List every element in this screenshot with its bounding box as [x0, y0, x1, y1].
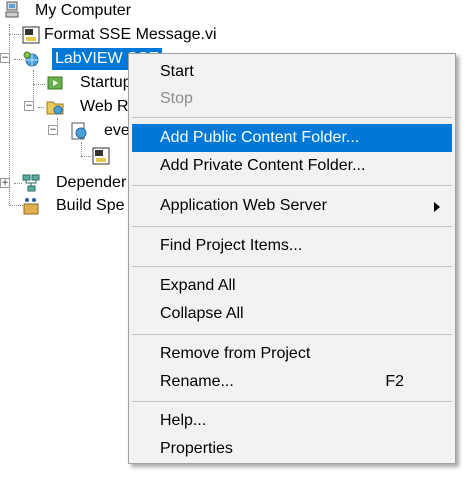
menu-item-add-public-content-folder[interactable]: Add Public Content Folder...: [132, 124, 452, 152]
startup-icon: [47, 76, 63, 90]
menu-item-label: Properties: [160, 440, 233, 457]
menu-item-label: Help...: [160, 412, 207, 429]
web-service-icon: [23, 51, 39, 67]
menu-item-label: Add Public Content Folder...: [160, 129, 360, 146]
menu-separator: [132, 266, 452, 267]
menu-item-label: Stop: [160, 90, 193, 107]
tree-item-build-specs[interactable]: Build Spe: [0, 195, 140, 217]
tree-item-nested-vi[interactable]: [0, 145, 130, 167]
menu-item-label: Start: [160, 63, 194, 80]
menu-item-label: Add Private Content Folder...: [160, 157, 366, 174]
computer-icon: [5, 1, 19, 18]
menu-item-label: Rename...: [160, 373, 234, 390]
tree-item-label: My Computer: [35, 2, 132, 19]
menu-separator: [132, 401, 452, 402]
context-menu: Start Stop Add Public Content Folder... …: [128, 53, 456, 464]
menu-item-shortcut: F2: [385, 373, 404, 390]
menu-item-label: Collapse All: [160, 305, 244, 322]
menu-item-properties[interactable]: Properties: [132, 435, 452, 463]
menu-item-find-project-items[interactable]: Find Project Items...: [132, 232, 452, 260]
menu-item-label: Application Web Server: [160, 197, 327, 214]
menu-item-collapse-all[interactable]: Collapse All: [132, 300, 452, 328]
menu-item-help[interactable]: Help...: [132, 407, 452, 435]
menu-separator: [132, 185, 452, 186]
menu-item-label: Expand All: [160, 277, 236, 294]
tree-item-label: Web R: [80, 98, 129, 115]
menu-separator: [132, 334, 452, 335]
vi-icon: [92, 147, 110, 165]
menu-item-label: Remove from Project: [160, 345, 311, 362]
menu-item-start[interactable]: Start: [132, 58, 452, 86]
tree-item-label: Build Spe: [56, 197, 125, 214]
web-vi-icon: [71, 122, 87, 140]
tree-item-dependencies[interactable]: Depender: [0, 172, 140, 194]
build-specs-icon: [23, 198, 39, 215]
submenu-arrow-icon: [434, 202, 440, 212]
menu-item-expand-all[interactable]: Expand All: [132, 272, 452, 300]
dependencies-icon: [22, 174, 40, 192]
tree-item-my-computer[interactable]: My Computer: [0, 0, 160, 22]
menu-separator: [132, 226, 452, 227]
menu-item-stop: Stop: [132, 85, 452, 113]
vi-icon: [22, 26, 40, 44]
tree-item-startup[interactable]: Startup: [0, 72, 140, 94]
tree-item-label: Startup: [80, 74, 132, 91]
tree-item-event-vi[interactable]: eve: [0, 120, 140, 142]
menu-item-label: Find Project Items...: [160, 237, 303, 254]
tree-item-vi[interactable]: Format SSE Message.vi: [0, 24, 240, 46]
menu-separator: [132, 117, 452, 118]
menu-item-remove-from-project[interactable]: Remove from Project: [132, 340, 452, 368]
menu-item-application-web-server[interactable]: Application Web Server: [132, 192, 452, 220]
menu-item-add-private-content-folder[interactable]: Add Private Content Folder...: [132, 152, 452, 180]
tree-item-web-resources[interactable]: Web R: [0, 96, 140, 118]
tree-item-label: Format SSE Message.vi: [44, 26, 217, 43]
menu-item-rename[interactable]: Rename... F2: [132, 368, 452, 396]
tree-item-label: Depender: [56, 174, 127, 191]
folder-globe-icon: [46, 101, 64, 115]
